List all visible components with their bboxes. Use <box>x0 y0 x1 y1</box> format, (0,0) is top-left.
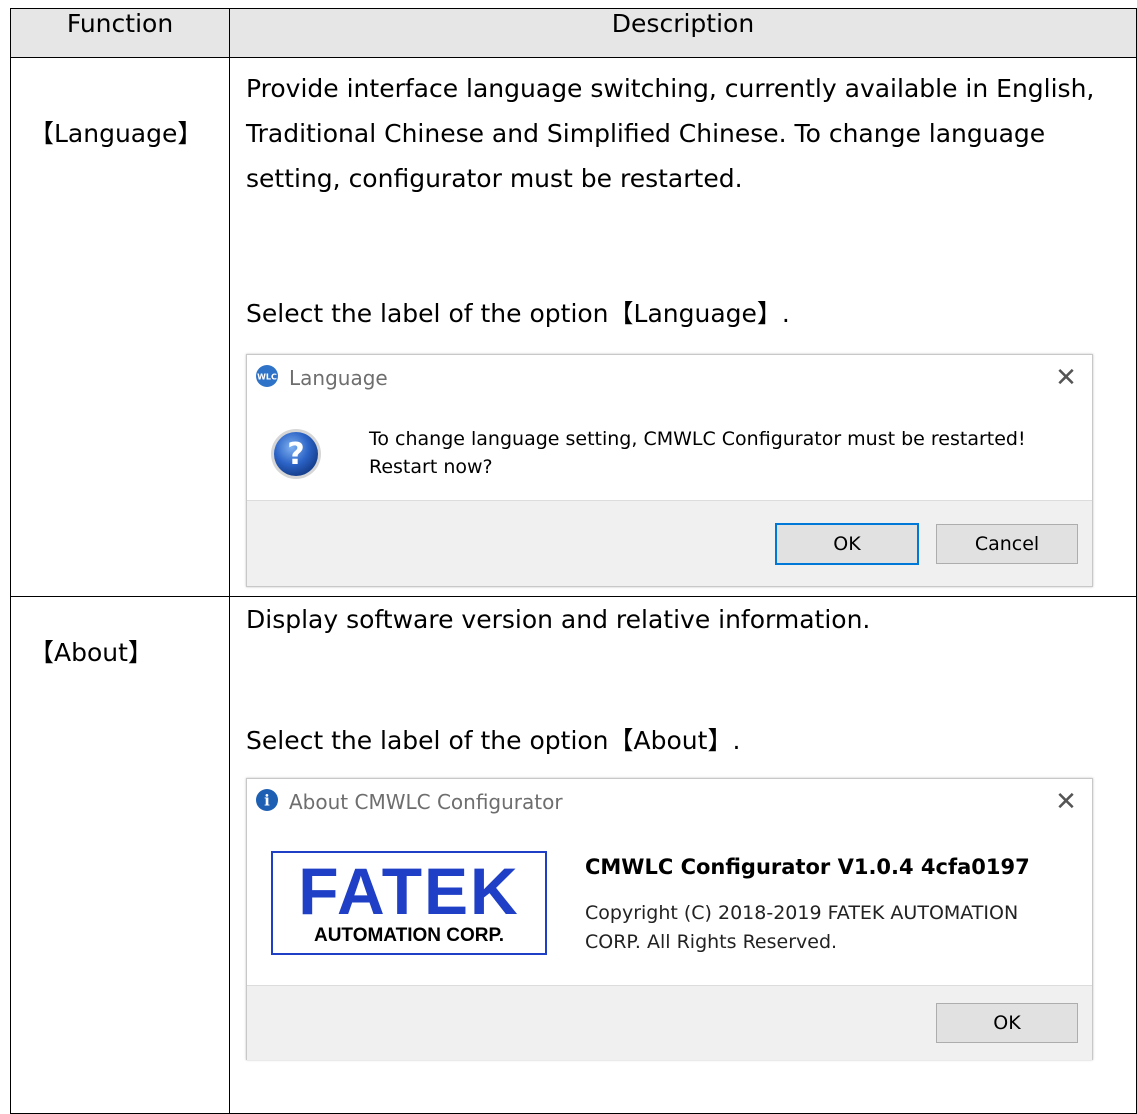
description-cell-about: Display software version and relative in… <box>229 596 1137 1114</box>
dialog-body: ? To change language setting, CMWLC Conf… <box>247 401 1092 500</box>
ok-button[interactable]: OK <box>775 522 919 565</box>
question-icon: ? <box>269 427 323 485</box>
function-label-about: 【About】 <box>29 638 153 667</box>
close-icon[interactable]: ✕ <box>1052 787 1080 817</box>
dialog-body: FATEK AUTOMATION CORP. CMWLC Configurato… <box>247 825 1092 985</box>
svg-text:i: i <box>264 791 270 809</box>
table-header-row: Function Description <box>10 8 1137 58</box>
language-instruction: Select the label of the option【Language】… <box>246 299 790 328</box>
table-row-about: 【About】 Display software version and rel… <box>10 596 1137 1114</box>
language-description: Provide interface language switching, cu… <box>246 74 1095 193</box>
header-description: Description <box>229 8 1137 58</box>
dialog-title: About CMWLC Configurator <box>289 790 563 814</box>
wlc-app-icon: WLC <box>255 364 279 393</box>
copyright-text: Copyright (C) 2018-2019 FATEK AUTOMATION… <box>585 899 1030 957</box>
ok-button[interactable]: OK <box>936 1003 1078 1043</box>
logo-sub-text: AUTOMATION CORP. <box>313 925 504 946</box>
document-page: Function Description 【Language】 Provide … <box>0 0 1137 1114</box>
fatek-logo: FATEK AUTOMATION CORP. <box>271 851 547 955</box>
about-info: CMWLC Configurator V1.0.4 4cfa0197 Copyr… <box>585 851 1030 985</box>
dialog-message-line1: To change language setting, CMWLC Config… <box>369 428 1026 450</box>
dialog-footer: OK <box>247 985 1092 1060</box>
cancel-button[interactable]: Cancel <box>936 523 1078 564</box>
language-dialog: WLC Language ✕ ? To change language sett… <box>246 354 1093 587</box>
function-table: Function Description 【Language】 Provide … <box>10 8 1137 1114</box>
dialog-footer: OK Cancel <box>247 500 1092 586</box>
function-cell-language: 【Language】 <box>10 57 230 597</box>
dialog-message-line2: Restart now? <box>369 456 493 478</box>
copyright-line1: Copyright (C) 2018-2019 FATEK AUTOMATION <box>585 902 1019 924</box>
dialog-title: Language <box>289 366 388 390</box>
about-instruction: Select the label of the option【About】. <box>246 726 741 755</box>
info-icon: i <box>255 788 279 817</box>
logo-main-text: FATEK <box>298 854 520 928</box>
dialog-message: To change language setting, CMWLC Config… <box>369 425 1026 481</box>
copyright-line2: CORP. All Rights Reserved. <box>585 931 838 953</box>
description-cell-language: Provide interface language switching, cu… <box>229 57 1137 597</box>
product-name: CMWLC Configurator V1.0.4 4cfa0197 <box>585 855 1030 879</box>
table-row-language: 【Language】 Provide interface language sw… <box>10 57 1137 597</box>
about-dialog: i About CMWLC Configurator ✕ FATEK AUTOM… <box>246 778 1093 1060</box>
header-function: Function <box>10 8 230 58</box>
svg-text:WLC: WLC <box>257 372 277 381</box>
function-cell-about: 【About】 <box>10 596 230 1114</box>
dialog-titlebar: WLC Language ✕ <box>247 355 1092 401</box>
svg-text:?: ? <box>287 437 304 472</box>
close-icon[interactable]: ✕ <box>1052 363 1080 393</box>
about-description: Display software version and relative in… <box>246 605 871 634</box>
dialog-titlebar: i About CMWLC Configurator ✕ <box>247 779 1092 825</box>
function-label-language: 【Language】 <box>29 119 203 148</box>
